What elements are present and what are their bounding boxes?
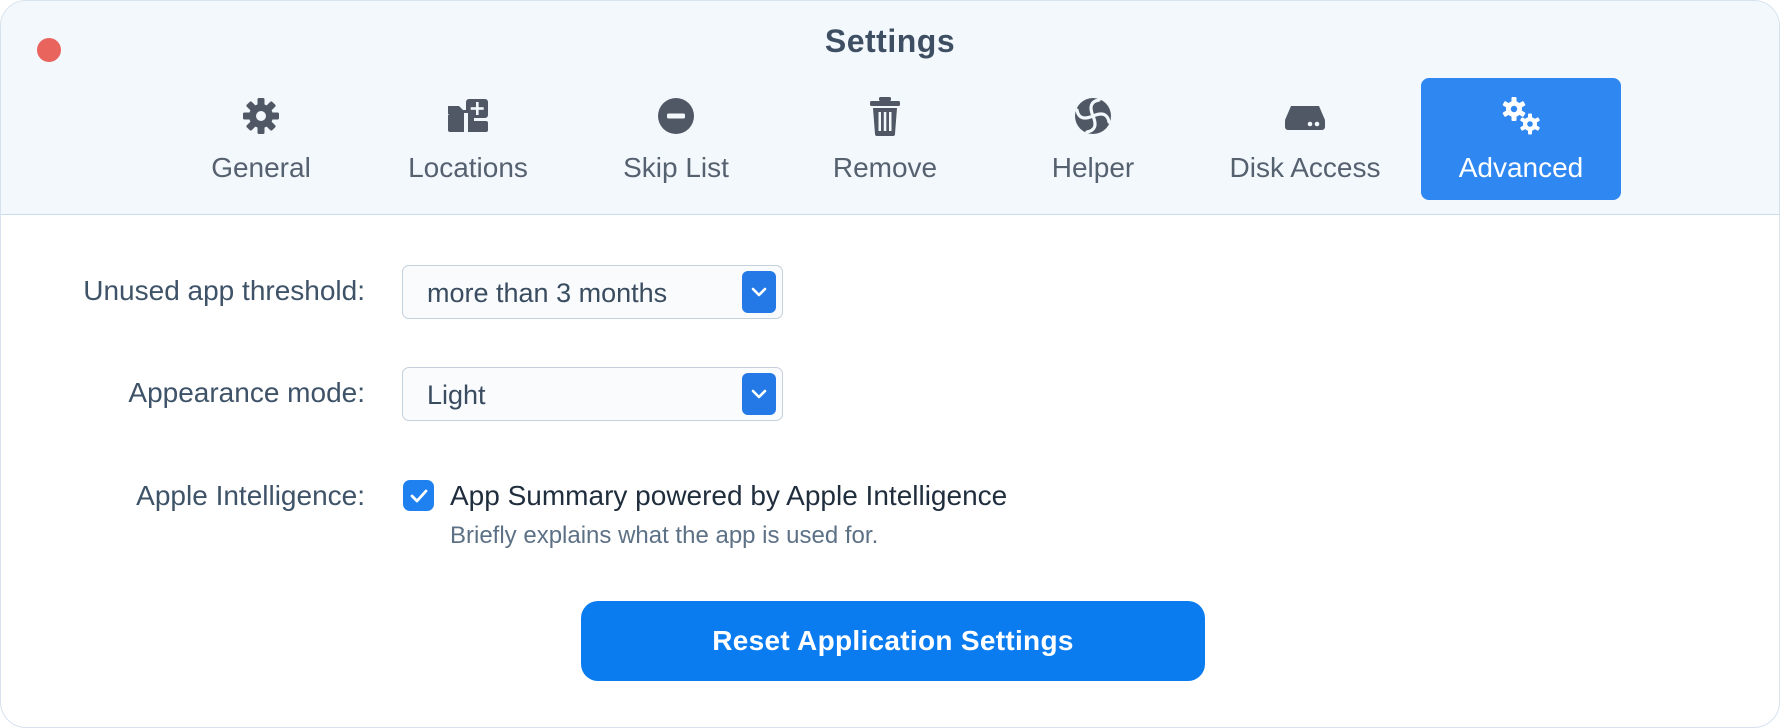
tab-label: General: [211, 152, 311, 183]
appearance-mode-label: Appearance mode:: [128, 377, 365, 408]
appearance-mode-select[interactable]: Light: [402, 367, 783, 421]
select-value: Light: [427, 380, 486, 410]
tab-disk-access[interactable]: Disk Access: [1211, 78, 1399, 200]
trash-icon: [863, 94, 907, 138]
unused-threshold-select[interactable]: more than 3 months: [402, 265, 783, 319]
helper-swirl-icon: [1071, 94, 1115, 138]
minus-circle-icon: [654, 94, 698, 138]
app-summary-checkbox-label[interactable]: App Summary powered by Apple Intelligenc…: [450, 480, 1007, 512]
toolbar: Settings General Locations Skip List Rem…: [1, 1, 1779, 215]
select-value: more than 3 months: [427, 278, 668, 308]
tab-remove[interactable]: Remove: [809, 78, 961, 200]
tab-label: Skip List: [623, 152, 729, 183]
tab-label: Disk Access: [1229, 152, 1381, 183]
tab-helper[interactable]: Helper: [1017, 78, 1169, 200]
app-summary-description: Briefly explains what the app is used fo…: [450, 522, 879, 549]
tab-label: Locations: [408, 152, 528, 183]
apple-intelligence-label: Apple Intelligence:: [136, 480, 365, 511]
chevron-down-icon[interactable]: [742, 373, 776, 415]
tab-skip-list[interactable]: Skip List: [600, 78, 752, 200]
reset-settings-button[interactable]: Reset Application Settings: [581, 601, 1205, 681]
disk-drive-icon: [1283, 94, 1327, 138]
chevron-down-icon[interactable]: [742, 271, 776, 313]
tab-general[interactable]: General: [185, 78, 337, 200]
tab-advanced[interactable]: Advanced: [1421, 78, 1621, 200]
tab-label: Helper: [1051, 152, 1135, 183]
gear-icon: [239, 94, 283, 138]
window-title: Settings: [824, 23, 956, 59]
checkmark-icon: [410, 489, 427, 502]
tab-label: Advanced: [1458, 152, 1584, 183]
folder-plus-icon: [446, 94, 490, 138]
tab-locations[interactable]: Locations: [392, 78, 544, 200]
tab-bar: General Locations Skip List Remove Helpe…: [1, 78, 1779, 200]
unused-threshold-label: Unused app threshold:: [83, 275, 365, 306]
gears-icon: [1499, 94, 1543, 138]
settings-window: Settings General Locations Skip List Rem…: [0, 0, 1780, 728]
tab-label: Remove: [832, 152, 938, 183]
app-summary-checkbox[interactable]: [403, 480, 434, 511]
